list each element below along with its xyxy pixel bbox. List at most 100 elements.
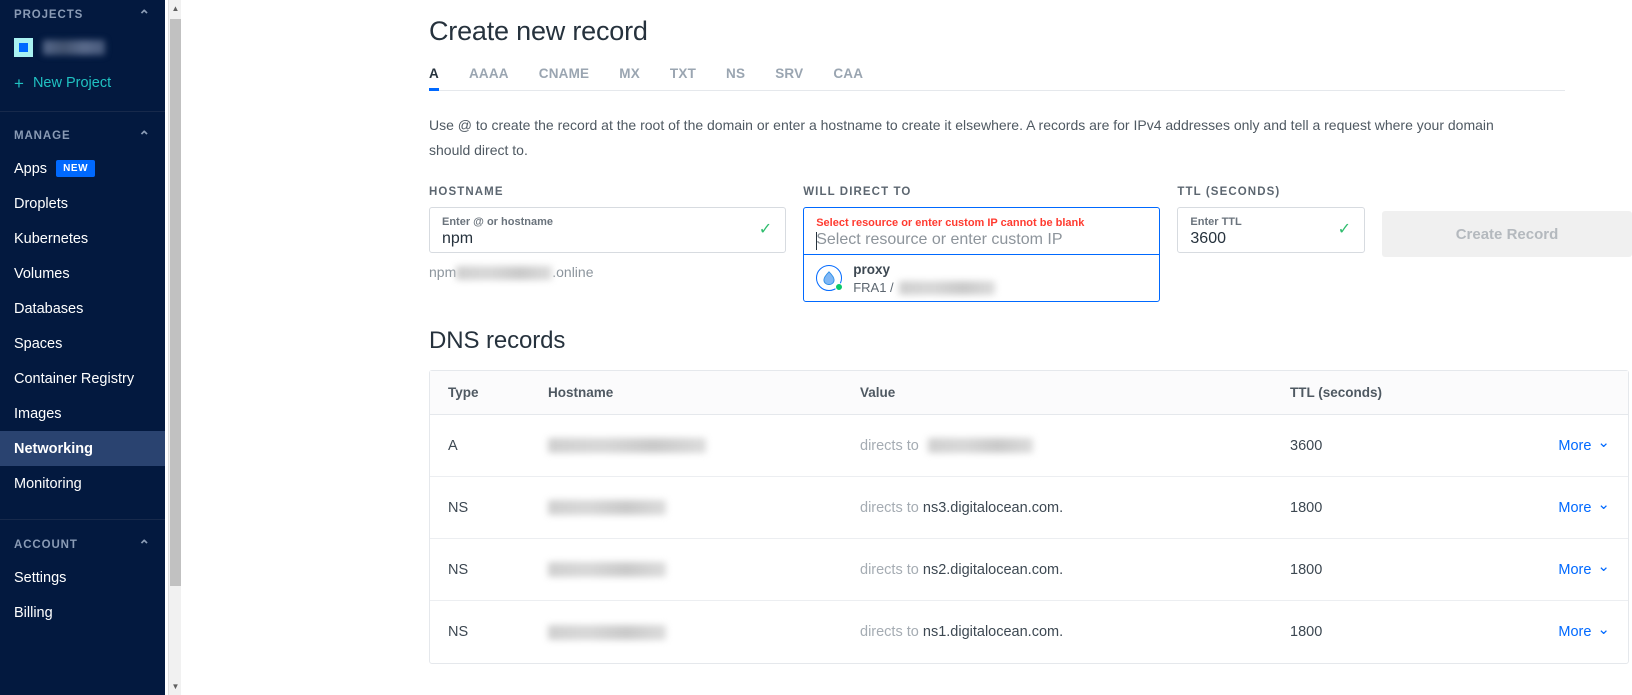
- sidebar-item-label: Billing: [14, 604, 53, 621]
- table-row: NS directs to ns1.digitalocean.com. 1800…: [430, 601, 1628, 663]
- cell-type: A: [448, 437, 458, 454]
- tab-caa[interactable]: CAA: [833, 66, 863, 90]
- page-title: Create new record: [429, 16, 648, 46]
- hostname-floating-label: Enter @ or hostname: [442, 216, 553, 228]
- create-record-form: HOSTNAME Enter @ or hostname npm ✓ npm .o…: [429, 186, 1632, 302]
- chevron-up-icon: [138, 129, 151, 144]
- scrollbar-thumb[interactable]: [170, 19, 181, 586]
- sidebar-item-kubernetes[interactable]: Kubernetes: [0, 221, 165, 256]
- sidebar-item-label: Volumes: [14, 265, 70, 282]
- tab-a[interactable]: A: [429, 66, 439, 91]
- status-online-dot: [835, 283, 844, 291]
- ttl-field-group: TTL (SECONDS) Enter TTL 3600 ✓: [1177, 186, 1365, 253]
- value-prefix: directs to: [860, 624, 919, 640]
- sidebar-item-label: Settings: [14, 569, 67, 586]
- tab-mx[interactable]: MX: [619, 66, 640, 90]
- hostname-value: npm: [442, 230, 474, 247]
- will-direct-to-combobox[interactable]: Select resource or enter custom IP canno…: [803, 207, 1161, 302]
- cell-type: NS: [448, 561, 469, 578]
- sidebar-scrollbar[interactable]: ▲ ▼: [168, 0, 181, 695]
- sidebar-project-item[interactable]: [0, 30, 165, 64]
- hostname-redacted: [548, 438, 706, 454]
- domain-redacted: [456, 266, 553, 281]
- new-project-button[interactable]: + New Project: [0, 64, 165, 102]
- chevron-down-icon: ⌄: [1597, 558, 1610, 575]
- sidebar-item-label: Droplets: [14, 195, 68, 212]
- hostname-redacted: [548, 624, 666, 640]
- dns-records-title: DNS records: [429, 327, 566, 354]
- will-direct-to-error: Select resource or enter custom IP canno…: [816, 217, 1085, 229]
- sidebar-item-databases[interactable]: Databases: [0, 291, 165, 326]
- tab-txt[interactable]: TXT: [670, 66, 696, 90]
- record-type-description: Use @ to create the record at the root o…: [429, 117, 1494, 158]
- cell-type: NS: [448, 499, 469, 516]
- plus-icon: +: [14, 73, 24, 93]
- create-record-button[interactable]: Create Record: [1381, 211, 1632, 257]
- cell-hostname: [548, 624, 860, 640]
- cell-value: directs to: [860, 438, 1290, 454]
- sidebar-item-billing[interactable]: Billing: [0, 595, 165, 630]
- text-caret: [816, 232, 818, 250]
- sidebar-item-spaces[interactable]: Spaces: [0, 326, 165, 361]
- sidebar: PROJECTS + New Project MANAGE Apps NEW D…: [0, 0, 165, 695]
- sidebar-item-label: Kubernetes: [14, 230, 89, 247]
- ttl-input[interactable]: Enter TTL 3600 ✓: [1177, 207, 1365, 253]
- sidebar-item-droplets[interactable]: Droplets: [0, 186, 165, 221]
- more-label: More: [1558, 437, 1592, 454]
- hostname-preview-suffix: .online: [552, 264, 594, 280]
- more-button[interactable]: More ⌄: [1558, 497, 1610, 516]
- main-content: Create new record A AAAA CNAME MX TXT NS…: [165, 0, 1632, 695]
- hostname-redacted: [548, 500, 666, 516]
- dropdown-option-ip-redacted: [898, 281, 995, 295]
- will-direct-to-placeholder: Select resource or enter custom IP: [816, 231, 1063, 248]
- sidebar-section-projects[interactable]: PROJECTS: [0, 0, 165, 30]
- sidebar-item-networking[interactable]: Networking: [0, 431, 165, 466]
- ttl-value: 3600: [1190, 230, 1226, 247]
- sidebar-item-settings[interactable]: Settings: [0, 560, 165, 595]
- sidebar-section-manage[interactable]: MANAGE: [0, 121, 165, 151]
- table-row: A directs to 3600 More ⌄: [430, 415, 1628, 477]
- will-direct-to-input[interactable]: Select resource or enter custom IP canno…: [804, 208, 1159, 254]
- tab-aaaa[interactable]: AAAA: [469, 66, 509, 90]
- hostname-redacted: [548, 562, 666, 578]
- hostname-preview-prefix: npm: [429, 264, 457, 280]
- dropdown-option-region: FRA1 /: [853, 279, 894, 295]
- sidebar-item-images[interactable]: Images: [0, 396, 165, 431]
- hostname-input[interactable]: Enter @ or hostname npm ✓: [429, 207, 787, 253]
- dns-records-table: Type Hostname Value TTL (seconds) A dire…: [429, 370, 1629, 664]
- chevron-down-icon: ⌄: [1597, 620, 1610, 638]
- sidebar-item-container-registry[interactable]: Container Registry: [0, 361, 165, 396]
- more-button[interactable]: More ⌄: [1558, 558, 1610, 578]
- project-swatch-icon: [14, 37, 33, 57]
- dropdown-option-proxy[interactable]: proxy FRA1 /: [804, 255, 1159, 301]
- projects-header-label: PROJECTS: [14, 9, 84, 21]
- dropdown-option-name: proxy: [853, 261, 890, 277]
- manage-header-label: MANAGE: [14, 130, 71, 142]
- sidebar-item-monitoring[interactable]: Monitoring: [0, 466, 165, 501]
- scroll-down-arrow-icon[interactable]: ▼: [169, 678, 182, 695]
- digitalocean-dns-page: PROJECTS + New Project MANAGE Apps NEW D…: [0, 0, 1632, 695]
- chevron-down-icon: ⌄: [1597, 434, 1610, 451]
- table-header-row: Type Hostname Value TTL (seconds): [430, 371, 1628, 415]
- checkmark-icon: ✓: [758, 221, 773, 238]
- sidebar-item-apps[interactable]: Apps NEW: [0, 151, 165, 186]
- sidebar-item-label: Container Registry: [14, 370, 135, 387]
- more-button[interactable]: More ⌄: [1558, 434, 1610, 454]
- sidebar-item-volumes[interactable]: Volumes: [0, 256, 165, 291]
- will-direct-to-dropdown-list: proxy FRA1 /: [804, 254, 1160, 301]
- ttl-floating-label: Enter TTL: [1190, 216, 1242, 228]
- cell-value: directs to ns3.digitalocean.com.: [860, 500, 1290, 516]
- tab-srv[interactable]: SRV: [775, 66, 803, 90]
- cell-hostname: [548, 562, 860, 578]
- tab-ns[interactable]: NS: [726, 66, 745, 90]
- cell-ttl: 1800: [1290, 499, 1323, 516]
- tab-cname[interactable]: CNAME: [539, 66, 590, 90]
- droplet-icon: [816, 265, 844, 291]
- will-direct-to-field-group: WILL DIRECT TO Select resource or enter …: [803, 186, 1161, 302]
- value-text: ns1.digitalocean.com.: [922, 624, 1064, 640]
- cell-value: directs to ns1.digitalocean.com.: [860, 624, 1290, 640]
- sidebar-section-account[interactable]: ACCOUNT: [0, 530, 165, 560]
- scroll-up-arrow-icon[interactable]: ▲: [169, 0, 182, 17]
- more-button[interactable]: More ⌄: [1558, 620, 1610, 641]
- sidebar-divider-2: [0, 519, 165, 520]
